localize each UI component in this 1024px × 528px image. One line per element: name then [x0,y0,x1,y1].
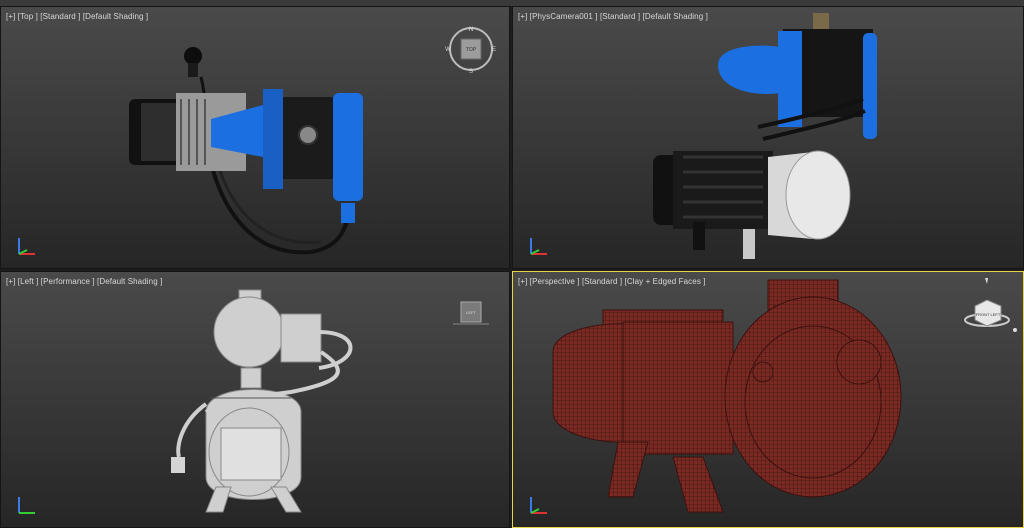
viewport-point-of-view[interactable]: [Top ] [18,12,38,21]
viewport-menu-plus[interactable]: [+] [518,12,527,21]
viewcube-compass[interactable]: N S W E TOP [445,23,497,75]
viewport-menu-plus[interactable]: [+] [518,277,527,286]
viewport-display-style[interactable]: [Standard ] [600,12,640,21]
axis-tripod-icon [530,238,547,255]
viewport-left[interactable]: [+] [Left ] [Performance ] [Default Shad… [0,271,510,528]
viewcube[interactable]: LEFT [453,300,489,328]
compass-east[interactable]: E [492,47,496,53]
viewcube[interactable]: FRONT LEFT [955,276,1021,334]
viewcube-face[interactable]: LEFT [466,310,476,315]
viewport-display-style[interactable]: [Standard ] [40,12,80,21]
viewport-display-style[interactable]: [Standard ] [582,277,622,286]
pump-model-camera-view [653,13,877,259]
viewport-perspective[interactable]: [+] [Perspective ] [Standard ] [Clay + E… [512,271,1024,528]
viewport-shading-mode[interactable]: [Default Shading ] [643,12,708,21]
viewport-point-of-view[interactable]: [PhysCamera001 ] [530,12,598,21]
viewport-shading-mode[interactable]: [Default Shading ] [83,12,148,21]
pump-model-clay-view [552,279,902,513]
pump-model-top-view [129,47,363,255]
pump-model-left-view [171,289,353,513]
viewport-label: [+] [PhysCamera001 ] [Standard ] [Defaul… [518,12,708,21]
axis-tripod-icon [18,238,35,255]
viewcube-menu-icon[interactable] [1013,328,1017,332]
viewport-label: [+] [Left ] [Performance ] [Default Shad… [6,277,162,286]
viewport-physcamera[interactable]: [+] [PhysCamera001 ] [Standard ] [Defaul… [512,6,1024,269]
axis-tripod-icon [530,497,547,514]
axis-tripod-icon [18,497,35,514]
viewport-top[interactable]: [+] [Top ] [Standard ] [Default Shading … [0,6,510,269]
viewport-label: [+] [Top ] [Standard ] [Default Shading … [6,12,148,21]
viewport-label: [+] [Perspective ] [Standard ] [Clay + E… [518,277,706,286]
viewcube-face[interactable]: TOP [466,47,477,53]
compass-west[interactable]: W [445,47,451,53]
viewport-point-of-view[interactable]: [Perspective ] [530,277,580,286]
compass-north[interactable]: N [469,27,473,33]
viewport-menu-plus[interactable]: [+] [6,277,15,286]
viewport-shading-mode[interactable]: [Clay + Edged Faces ] [625,277,706,286]
home-icon[interactable] [985,278,988,284]
viewport-menu-plus[interactable]: [+] [6,12,15,21]
compass-south[interactable]: S [469,69,473,75]
viewport-display-style[interactable]: [Performance ] [41,277,95,286]
viewport-shading-mode[interactable]: [Default Shading ] [97,277,162,286]
viewcube-face[interactable]: FRONT LEFT [976,312,1001,317]
viewport-point-of-view[interactable]: [Left ] [18,277,39,286]
